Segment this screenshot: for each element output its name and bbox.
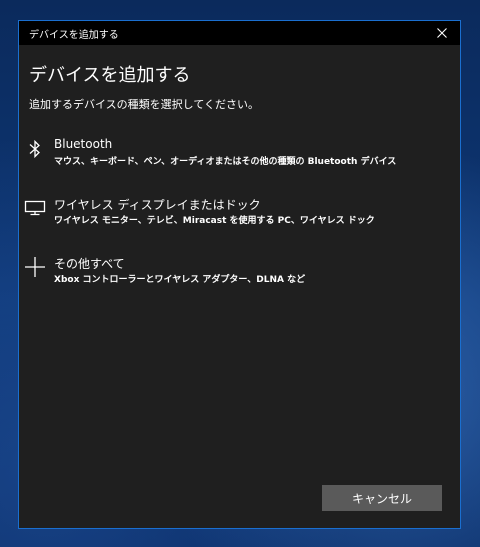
add-device-dialog: デバイスを追加する デバイスを追加する 追加するデバイスの種類を選択してください… bbox=[18, 20, 461, 529]
monitor-icon bbox=[23, 197, 47, 219]
cancel-button[interactable]: キャンセル bbox=[322, 485, 442, 511]
option-title: ワイヤレス ディスプレイまたはドック bbox=[54, 198, 261, 212]
plus-icon bbox=[23, 256, 47, 278]
option-description: マウス、キーボード、ペン、オーディオまたはその他の種類の Bluetooth デ… bbox=[54, 157, 397, 167]
option-everything-else[interactable]: その他すべて Xbox コントローラーとワイヤレス アダプター、DLNA など bbox=[21, 252, 446, 294]
option-description: Xbox コントローラーとワイヤレス アダプター、DLNA など bbox=[54, 275, 306, 285]
close-button[interactable] bbox=[424, 21, 460, 45]
close-icon bbox=[437, 28, 447, 38]
option-wireless-display[interactable]: ワイヤレス ディスプレイまたはドック ワイヤレス モニター、テレビ、Miraca… bbox=[21, 193, 446, 235]
title-bar: デバイスを追加する bbox=[19, 21, 460, 45]
option-bluetooth[interactable]: Bluetooth マウス、キーボード、ペン、オーディオまたはその他の種類の B… bbox=[21, 134, 446, 176]
window-title: デバイスを追加する bbox=[29, 30, 119, 41]
option-title: その他すべて bbox=[54, 257, 125, 271]
option-title: Bluetooth bbox=[54, 137, 113, 151]
instruction-text: 追加するデバイスの種類を選択してください。 bbox=[29, 98, 260, 111]
option-description: ワイヤレス モニター、テレビ、Miracast を使用する PC、ワイヤレス ド… bbox=[54, 216, 375, 226]
bluetooth-icon bbox=[23, 138, 47, 160]
page-title: デバイスを追加する bbox=[29, 65, 191, 86]
